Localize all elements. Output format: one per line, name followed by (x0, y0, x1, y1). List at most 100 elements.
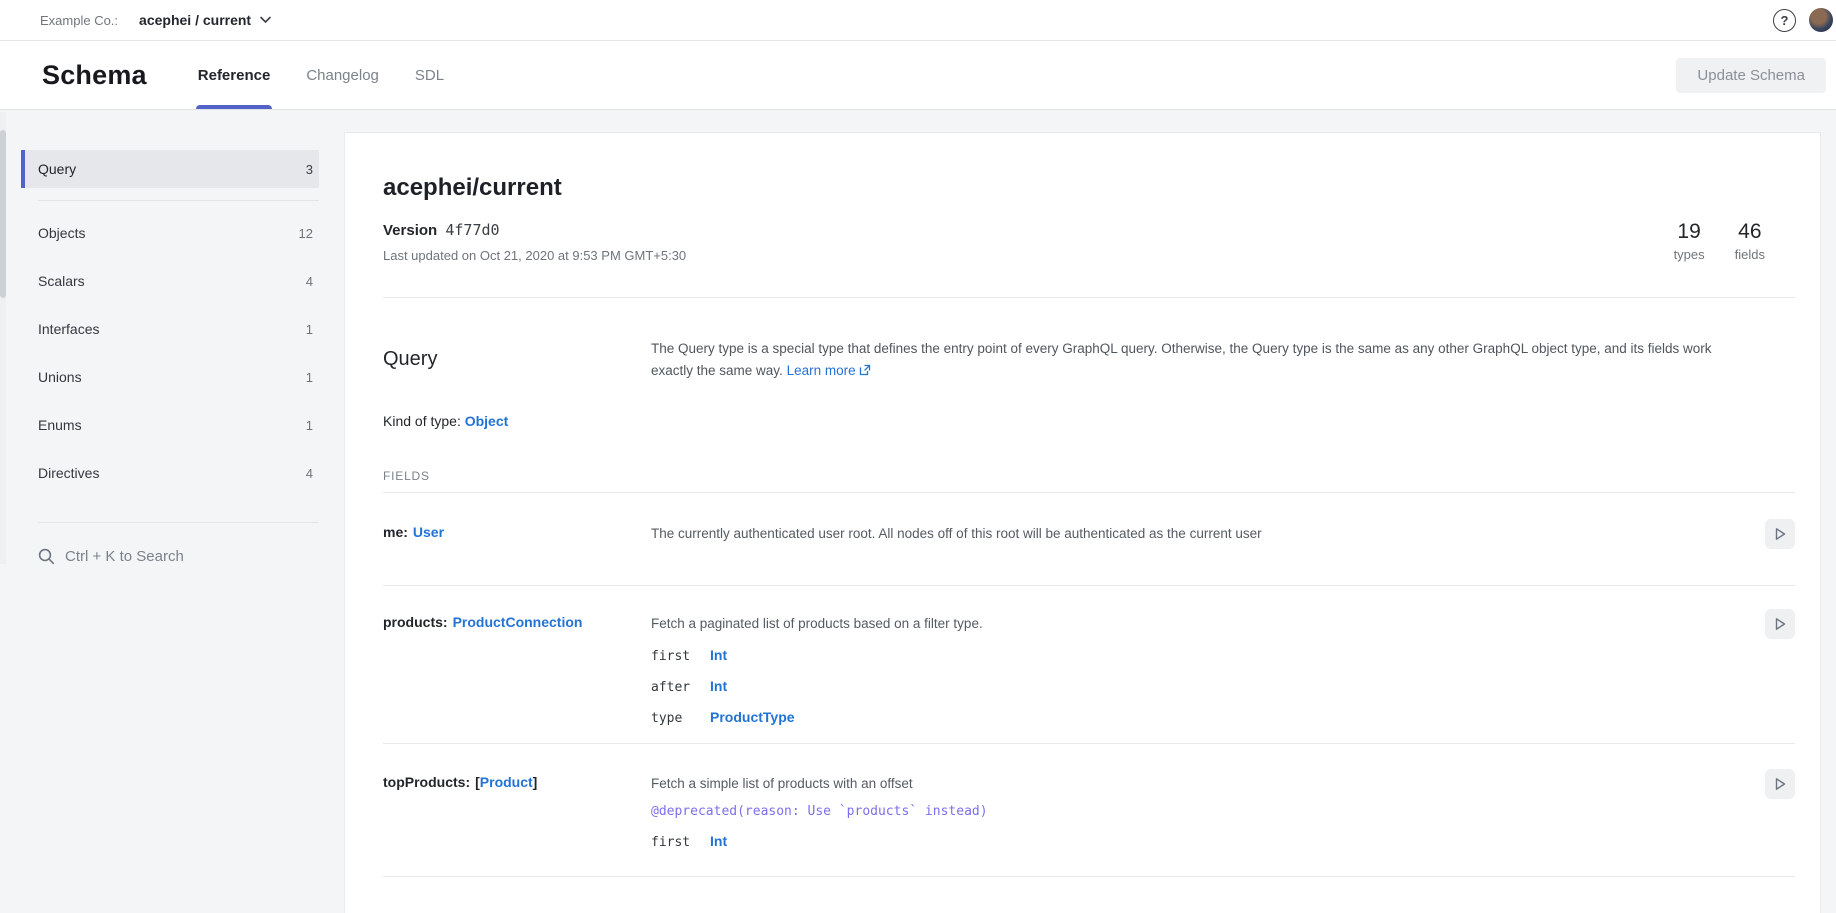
sidebar-item-interfaces[interactable]: Interfaces 1 (21, 305, 319, 353)
sidebar-item-unions[interactable]: Unions 1 (21, 353, 319, 401)
type-nav-sidebar: Query 3 Objects 12 Scalars 4 Interfaces … (21, 150, 319, 571)
argument-type-link[interactable]: ProductType (710, 709, 795, 725)
argument-name: after (651, 680, 710, 695)
sidebar-item-label: Query (38, 161, 76, 177)
argument-type-link[interactable]: Int (710, 678, 727, 694)
play-icon (1772, 776, 1788, 792)
field-detail: Fetch a simple list of products with an … (651, 774, 1751, 850)
tab-sdl[interactable]: SDL (397, 41, 462, 109)
graph-selector-label: acephei / current (139, 12, 251, 28)
field-type-link[interactable]: ProductConnection (453, 614, 583, 630)
sidebar-item-objects[interactable]: Objects 12 (21, 209, 319, 257)
graph-summary: acephei/current Version 4f77d0 Last upda… (383, 173, 1795, 263)
sidebar-item-label: Objects (38, 225, 85, 241)
run-column (1751, 524, 1795, 549)
schema-tabs: Reference Changelog SDL (180, 41, 462, 109)
run-in-explorer-button[interactable] (1765, 519, 1795, 549)
type-name: Query (383, 348, 651, 383)
run-column (1751, 614, 1795, 726)
argument-type-link[interactable]: Int (710, 647, 727, 663)
sidebar-item-count: 1 (306, 370, 313, 385)
stat-value: 19 (1674, 220, 1705, 244)
section-divider (383, 297, 1795, 298)
argument-type-link[interactable]: Int (710, 833, 727, 849)
argument-row: firstInt (651, 647, 1751, 664)
type-description: The Query type is a special type that de… (651, 338, 1751, 383)
tab-reference[interactable]: Reference (180, 41, 289, 109)
run-in-explorer-button[interactable] (1765, 769, 1795, 799)
sidebar-item-count: 3 (306, 162, 313, 177)
sidebar-scrollbar-thumb[interactable] (0, 130, 6, 298)
sidebar-item-query[interactable]: Query 3 (21, 150, 319, 188)
field-description: Fetch a simple list of products with an … (651, 774, 1751, 793)
sidebar-item-label: Scalars (38, 273, 85, 289)
sidebar-item-label: Interfaces (38, 321, 99, 337)
sidebar-item-count: 1 (306, 418, 313, 433)
tab-label: SDL (415, 67, 444, 84)
sidebar-item-label: Directives (38, 465, 99, 481)
field-type-link[interactable]: Product (480, 774, 533, 790)
schema-search-trigger[interactable]: Ctrl + K to Search (21, 541, 319, 571)
field-detail: The currently authenticated user root. A… (651, 524, 1751, 549)
field-name: topProducts: (383, 774, 470, 790)
sidebar-item-count: 1 (306, 322, 313, 337)
fields-heading: FIELDS (383, 469, 1795, 483)
sidebar-divider (38, 522, 319, 523)
version-line: Version 4f77d0 (383, 221, 1795, 239)
sidebar-group: Objects 12 Scalars 4 Interfaces 1 Unions… (21, 201, 319, 497)
version-hash: 4f77d0 (445, 221, 499, 239)
sidebar-scrollbar[interactable] (0, 112, 6, 564)
user-avatar[interactable] (1809, 8, 1833, 32)
top-bar: Example Co.: acephei / current ? (0, 0, 1836, 41)
app-window: Example Co.: acephei / current ? Schema … (0, 0, 1836, 882)
help-icon[interactable]: ? (1773, 9, 1796, 32)
argument-row: afterInt (651, 678, 1751, 695)
play-icon (1772, 616, 1788, 632)
deprecated-annotation: @deprecated(reason: Use `products` inste… (651, 804, 1751, 819)
argument-name: first (651, 835, 710, 850)
page-title: Schema (42, 60, 147, 91)
schema-header: Schema Reference Changelog SDL Update Sc… (0, 41, 1836, 110)
argument-name: type (651, 711, 710, 726)
argument-row: firstInt (651, 833, 1751, 850)
sidebar-item-label: Enums (38, 417, 82, 433)
run-column (1751, 774, 1795, 850)
org-label: Example Co.: (40, 13, 118, 28)
sidebar-item-label: Unions (38, 369, 82, 385)
field-signature: products: ProductConnection (383, 614, 651, 726)
kind-object-link[interactable]: Object (465, 413, 509, 429)
field-type-link[interactable]: User (413, 524, 444, 540)
field-row-me: me: User The currently authenticated user… (383, 493, 1795, 586)
stat-fields: 46 fields (1735, 220, 1765, 262)
kind-of-type-row: Kind of type: Object (383, 413, 1795, 429)
fields-list: me: User The currently authenticated user… (383, 492, 1795, 877)
sidebar-item-enums[interactable]: Enums 1 (21, 401, 319, 449)
argument-row: typeProductType (651, 709, 1751, 726)
field-detail: Fetch a paginated list of products based… (651, 614, 1751, 726)
schema-stats: 19 types 46 fields (1674, 220, 1765, 262)
sidebar-item-count: 12 (299, 226, 313, 241)
sidebar-item-scalars[interactable]: Scalars 4 (21, 257, 319, 305)
graph-selector-dropdown[interactable]: acephei / current (139, 12, 271, 28)
external-link-icon (859, 361, 871, 383)
stat-label: fields (1735, 247, 1765, 262)
field-row-products: products: ProductConnection Fetch a pagin… (383, 586, 1795, 744)
learn-more-link[interactable]: Learn more (787, 363, 856, 378)
field-description: The currently authenticated user root. A… (651, 524, 1751, 543)
version-label: Version (383, 222, 437, 239)
page-body: Query 3 Objects 12 Scalars 4 Interfaces … (0, 110, 1836, 882)
tab-label: Reference (198, 67, 271, 84)
sidebar-item-count: 4 (306, 274, 313, 289)
field-name: products: (383, 614, 448, 630)
run-in-explorer-button[interactable] (1765, 609, 1795, 639)
field-row-topproducts: topProducts:[Product] Fetch a simple lis… (383, 744, 1795, 877)
type-bracket: ] (533, 774, 538, 790)
graph-title: acephei/current (383, 173, 1795, 203)
schema-reference-card: acephei/current Version 4f77d0 Last upda… (345, 133, 1820, 913)
update-schema-button[interactable]: Update Schema (1676, 58, 1826, 93)
tab-changelog[interactable]: Changelog (288, 41, 397, 109)
sidebar-item-directives[interactable]: Directives 4 (21, 449, 319, 497)
field-name: me: (383, 524, 408, 540)
topbar-actions: ? (1773, 8, 1830, 32)
type-section-header: Query The Query type is a special type t… (383, 338, 1795, 383)
